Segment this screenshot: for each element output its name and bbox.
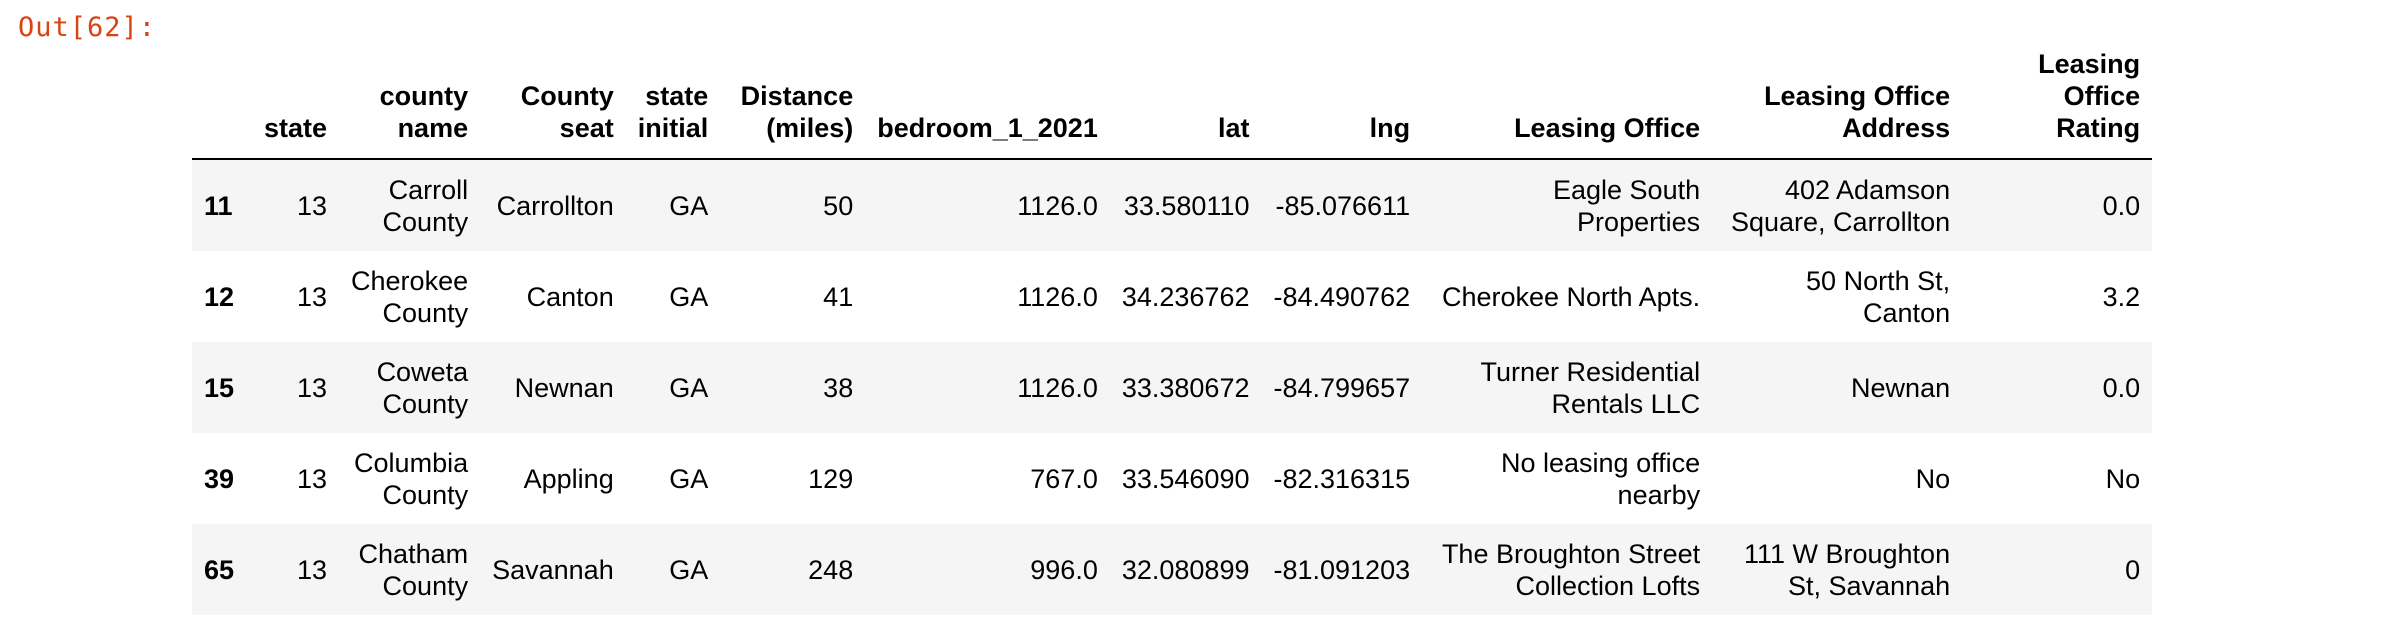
cell-lat: 33.546090 — [1121, 463, 1250, 494]
cell-county-name: Chatham County — [358, 538, 469, 601]
cell-state-initial: GA — [669, 372, 709, 403]
cell-county-seat: Canton — [526, 281, 614, 312]
row-index: 15 — [204, 372, 235, 403]
cell-bedroom: 1126.0 — [1017, 372, 1098, 403]
cell-county-seat: Appling — [523, 463, 614, 494]
cell-leasing-office: No leasing office nearby — [1500, 447, 1701, 510]
cell-leasing-office: The Broughton Street Collection Lofts — [1441, 538, 1701, 601]
header-state-initial: state initial — [625, 48, 721, 160]
header-row: state county name County seat state init… — [192, 48, 2153, 160]
header-distance: Distance (miles) — [720, 48, 866, 160]
table-body: 11 13 Carroll County Carrollton GA 50 11… — [192, 159, 2153, 615]
header-leasing-office-address: Leasing Office Address — [1712, 48, 1963, 160]
row-index: 12 — [204, 281, 235, 312]
cell-state: 13 — [296, 372, 328, 403]
cell-leasing-office-rating: 3.2 — [2102, 281, 2141, 312]
header-county-name: county name — [339, 48, 481, 160]
table-header: state county name County seat state init… — [192, 48, 2153, 160]
cell-lng: -85.076611 — [1275, 190, 1411, 221]
cell-distance: 41 — [823, 281, 854, 312]
cell-bedroom: 1126.0 — [1017, 281, 1098, 312]
cell-lat: 32.080899 — [1121, 554, 1250, 585]
header-index — [192, 48, 252, 160]
header-bedroom: bedroom_1_2021 — [865, 48, 1110, 160]
header-lng: lng — [1261, 48, 1423, 160]
cell-leasing-office: Eagle South Properties — [1552, 174, 1701, 237]
cell-county-name: Columbia County — [354, 447, 469, 510]
cell-bedroom: 767.0 — [1030, 463, 1098, 494]
cell-county-seat: Carrollton — [496, 190, 614, 221]
row-index: 11 — [204, 190, 233, 221]
cell-distance: 38 — [823, 372, 854, 403]
header-leasing-office-rating: Leasing Office Rating — [1962, 48, 2153, 160]
header-leasing-office: Leasing Office — [1422, 48, 1713, 160]
output-prompt-label: Out[62]: — [18, 12, 157, 43]
cell-lng: -82.316315 — [1273, 463, 1411, 494]
cell-county-name: Carroll County — [382, 174, 469, 237]
header-state: state — [252, 48, 340, 160]
cell-leasing-office: Cherokee North Apts. — [1441, 281, 1701, 312]
cell-lng: -84.799657 — [1273, 372, 1411, 403]
cell-state-initial: GA — [669, 281, 709, 312]
cell-county-name: Cherokee County — [351, 265, 469, 328]
cell-leasing-office-rating: 0.0 — [2102, 372, 2141, 403]
table-row: 15 13 Coweta County Newnan GA 38 1126.0 … — [192, 342, 2153, 433]
cell-leasing-office-address: 50 North St, Canton — [1806, 265, 1951, 328]
dataframe-table: state county name County seat state init… — [192, 48, 2153, 615]
cell-state: 13 — [296, 554, 328, 585]
cell-county-seat: Newnan — [514, 372, 614, 403]
cell-leasing-office-rating: No — [2105, 463, 2141, 494]
cell-lat: 34.236762 — [1121, 281, 1250, 312]
cell-leasing-office-address: 402 Adamson Square, Carrollton — [1730, 174, 1951, 237]
cell-leasing-office-rating: 0.0 — [2102, 190, 2141, 221]
cell-state: 13 — [296, 463, 328, 494]
table-row: 39 13 Columbia County Appling GA 129 767… — [192, 433, 2153, 524]
cell-county-name: Coweta County — [376, 356, 469, 419]
row-index: 39 — [204, 463, 235, 494]
cell-lat: 33.580110 — [1123, 190, 1250, 221]
cell-leasing-office-address: Newnan — [1851, 372, 1951, 403]
cell-distance: 50 — [823, 190, 854, 221]
cell-leasing-office: Turner Residential Rentals LLC — [1480, 356, 1701, 419]
cell-state-initial: GA — [669, 463, 709, 494]
table-row: 65 13 Chatham County Savannah GA 248 996… — [192, 524, 2153, 615]
cell-state: 13 — [296, 281, 328, 312]
header-lat: lat — [1109, 48, 1262, 160]
cell-lat: 33.380672 — [1121, 372, 1250, 403]
cell-state-initial: GA — [669, 554, 709, 585]
table-row: 11 13 Carroll County Carrollton GA 50 11… — [192, 159, 2153, 251]
table-row: 12 13 Cherokee County Canton GA 41 1126.… — [192, 251, 2153, 342]
cell-leasing-office-address: No — [1915, 463, 1951, 494]
dataframe-output: state county name County seat state init… — [192, 48, 2153, 615]
cell-leasing-office-address: 111 W Broughton St, Savannah — [1743, 538, 1951, 601]
cell-leasing-office-rating: 0 — [2125, 554, 2141, 585]
cell-bedroom: 996.0 — [1030, 554, 1098, 585]
cell-bedroom: 1126.0 — [1017, 190, 1098, 221]
cell-state-initial: GA — [669, 190, 709, 221]
cell-lng: -81.091203 — [1273, 554, 1411, 585]
cell-state: 13 — [296, 190, 328, 221]
cell-county-seat: Savannah — [492, 554, 614, 585]
cell-lng: -84.490762 — [1273, 281, 1411, 312]
header-county-seat: County seat — [480, 48, 626, 160]
cell-distance: 248 — [808, 554, 854, 585]
row-index: 65 — [204, 554, 235, 585]
cell-distance: 129 — [808, 463, 854, 494]
